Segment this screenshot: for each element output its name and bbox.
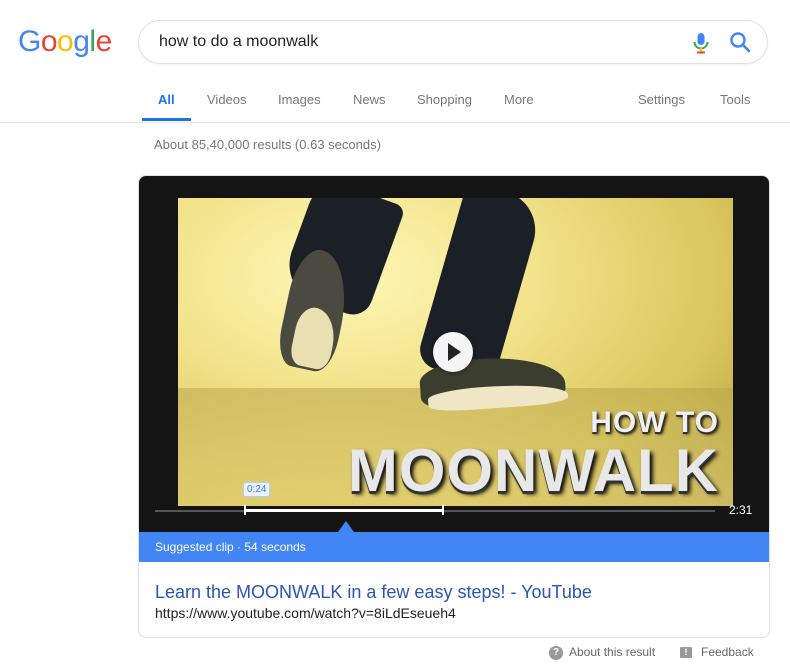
tab-all[interactable]: All bbox=[158, 92, 175, 107]
logo-letter: o bbox=[40, 25, 58, 58]
tab-tools[interactable]: Tools bbox=[720, 92, 750, 107]
suggested-clip-label: Suggested clip · 54 seconds bbox=[155, 540, 306, 554]
active-tab-indicator bbox=[142, 118, 191, 121]
video-player[interactable]: HOW TO MOONWALK 0:24 2:31 bbox=[139, 176, 769, 532]
feedback-label: Feedback bbox=[701, 645, 754, 659]
about-label: About this result bbox=[569, 645, 656, 659]
tab-more[interactable]: More bbox=[504, 92, 534, 107]
result-stats: About 85,40,000 results (0.63 seconds) bbox=[154, 137, 381, 152]
video-duration: 2:31 bbox=[729, 503, 753, 517]
clip-pointer bbox=[338, 521, 354, 532]
result-title-link[interactable]: Learn the MOONWALK in a few easy steps! … bbox=[155, 582, 592, 603]
microphone-icon[interactable] bbox=[691, 32, 711, 54]
tab-news[interactable]: News bbox=[353, 92, 386, 107]
search-box[interactable] bbox=[138, 20, 768, 64]
logo-letter: o bbox=[57, 25, 74, 58]
result-url: https://www.youtube.com/watch?v=8iLdEseu… bbox=[155, 605, 456, 621]
clip-end-marker bbox=[442, 505, 444, 515]
tab-settings[interactable]: Settings bbox=[638, 92, 685, 107]
search-tabs: All Videos Images News Shopping More Set… bbox=[0, 80, 790, 123]
play-icon bbox=[448, 343, 461, 361]
feedback-icon: ! bbox=[680, 647, 692, 659]
suggested-clip-bar[interactable]: Suggested clip · 54 seconds bbox=[139, 532, 769, 562]
question-icon: ? bbox=[549, 645, 563, 660]
clip-start-time: 0:24 bbox=[243, 482, 271, 497]
google-logo[interactable]: Google bbox=[18, 24, 112, 60]
tab-shopping[interactable]: Shopping bbox=[417, 92, 472, 107]
overlay-title-line2: MOONWALK bbox=[347, 437, 719, 504]
search-icon[interactable] bbox=[729, 31, 751, 53]
tab-images[interactable]: Images bbox=[278, 92, 321, 107]
suggested-clip-range[interactable] bbox=[245, 509, 444, 512]
logo-letter: g bbox=[73, 25, 90, 58]
about-this-result-link[interactable]: ? About this result bbox=[549, 645, 655, 660]
logo-letter: G bbox=[18, 25, 41, 58]
clip-start-marker bbox=[244, 505, 246, 515]
feedback-link[interactable]: ! Feedback bbox=[680, 645, 754, 659]
tab-videos[interactable]: Videos bbox=[207, 92, 247, 107]
search-input[interactable] bbox=[159, 21, 679, 63]
logo-letter: e bbox=[95, 25, 113, 58]
overlay-title-line1: HOW TO bbox=[590, 406, 719, 439]
play-button[interactable] bbox=[433, 332, 473, 372]
featured-video-card: HOW TO MOONWALK 0:24 2:31 Suggested clip… bbox=[138, 175, 770, 638]
